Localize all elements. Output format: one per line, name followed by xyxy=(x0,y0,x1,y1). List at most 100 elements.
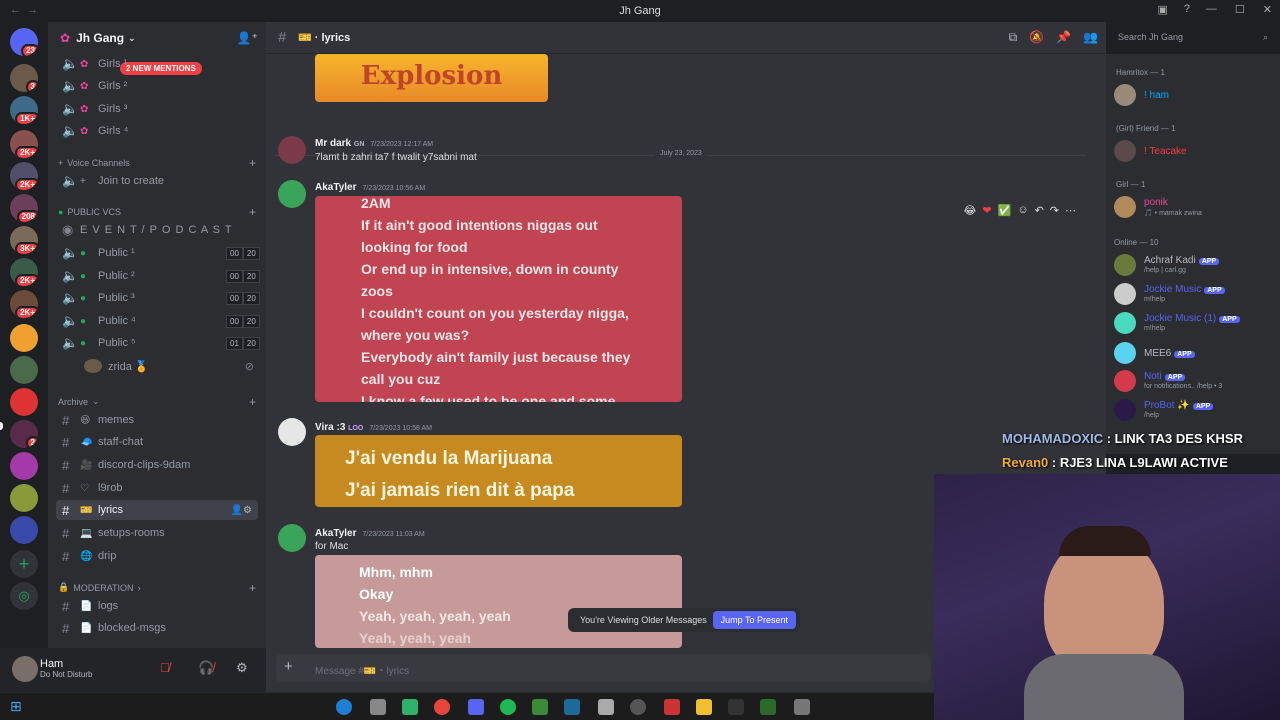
explore-icon[interactable]: ◎ xyxy=(10,582,38,610)
member-item[interactable]: MEE6 APP xyxy=(1114,342,1274,366)
reaction-check-icon[interactable]: ✅ xyxy=(998,204,1012,217)
minimize-button[interactable]: — xyxy=(1206,3,1217,16)
calculator-icon[interactable] xyxy=(794,699,810,715)
channel-logs[interactable]: # 📄 logs xyxy=(56,596,258,616)
nvidia-icon[interactable] xyxy=(532,699,548,715)
add-reaction-icon[interactable]: ☺ xyxy=(1017,204,1028,217)
windows-start-icon[interactable]: ⊞ xyxy=(10,698,22,715)
message-author[interactable]: AkaTyler 7/23/2023 11:03 AM xyxy=(315,528,425,539)
channel-event-podcast[interactable]: ◉ E V E N T / P O D C A S T xyxy=(56,220,258,240)
maximize-button[interactable]: ☐ xyxy=(1235,3,1245,16)
member-item[interactable]: Jockie Music APP m!help xyxy=(1114,283,1274,307)
jump-to-present-button[interactable]: Jump To Present xyxy=(712,611,796,629)
discord-icon[interactable] xyxy=(468,699,484,715)
notifications-icon[interactable]: 🔕 xyxy=(1029,30,1044,45)
home-discord-icon[interactable]: 23 xyxy=(10,28,38,56)
avatar[interactable] xyxy=(278,418,306,446)
avatar[interactable] xyxy=(278,524,306,552)
edge-icon[interactable] xyxy=(336,699,352,715)
avatar[interactable] xyxy=(278,180,306,208)
spotify-icon[interactable] xyxy=(500,699,516,715)
message-author[interactable]: AkaTyler 7/23/2023 10:56 AM xyxy=(315,182,425,193)
channel-girls-2[interactable]: 🔈 ✿ Girls ² xyxy=(56,76,258,96)
channel-girls-3[interactable]: 🔈 ✿ Girls ³ xyxy=(56,99,258,119)
channel-join-to-create[interactable]: 🔈 + Join to create xyxy=(56,171,258,191)
reaction-heart-icon[interactable]: ❤ xyxy=(982,204,991,217)
lyrics-image-mac[interactable]: Mhm, mhm Okay Yeah, yeah, yeah, yeah Yea… xyxy=(315,555,682,648)
channel-memes[interactable]: # 😆 memes xyxy=(56,410,258,430)
channel-drip[interactable]: # 🌐 drip xyxy=(56,546,258,566)
server-icon[interactable] xyxy=(10,484,38,512)
member-item[interactable]: Noti APP for notifications.. /help • 3 xyxy=(1114,370,1274,394)
pin-icon[interactable]: 📌 xyxy=(1056,30,1071,45)
member-item[interactable]: ! Teacake xyxy=(1114,140,1274,164)
deafen-icon[interactable]: 🎧̸ xyxy=(198,660,214,676)
more-icon[interactable]: ⋯ xyxy=(1065,204,1076,217)
add-channel-icon[interactable]: + xyxy=(249,581,256,595)
help-icon[interactable]: ? xyxy=(1184,3,1190,16)
category-moderation[interactable]: 🔒 MODERATION › + xyxy=(58,581,258,595)
mute-mic-icon[interactable]: 🎙̸ xyxy=(160,660,170,675)
app-icon[interactable] xyxy=(598,699,614,715)
add-server-icon[interactable]: + xyxy=(10,550,38,578)
invite-icon[interactable]: 👤⁺ xyxy=(237,31,258,45)
member-item[interactable]: Jockie Music (1) APP m!help xyxy=(1114,312,1274,336)
reply-icon[interactable]: ↶ xyxy=(1035,204,1044,217)
server-icon[interactable]: 2K+ xyxy=(10,130,38,158)
category-archive[interactable]: Archive ⌄ + xyxy=(58,395,258,409)
lyrics-image-marijuana[interactable]: J'ai vendu la Marijuana J'ai jamais rien… xyxy=(315,435,682,507)
server-icon[interactable] xyxy=(10,356,38,384)
member-item[interactable]: Achraf Kadi APP/help | carl.gg xyxy=(1114,254,1274,278)
channel-lyrics[interactable]: # 🎫 lyrics 👤⚙ xyxy=(56,500,258,520)
search-input[interactable]: Search Jh Gang ⌕ xyxy=(1112,28,1274,48)
chrome-icon[interactable] xyxy=(434,699,450,715)
add-channel-icon[interactable]: + xyxy=(249,156,256,170)
file-explorer-icon[interactable] xyxy=(696,699,712,715)
app-icon[interactable] xyxy=(402,699,418,715)
threads-icon[interactable]: ⧉ xyxy=(1009,30,1018,45)
channel-l9rob[interactable]: # ♡ l9rob xyxy=(56,478,258,498)
members-icon[interactable]: 👥 xyxy=(1083,30,1098,45)
settings-gear-icon[interactable]: ⚙ xyxy=(236,660,248,676)
jh-gang-server-icon[interactable]: 2 xyxy=(10,420,38,448)
message-input[interactable]: + Message #🎫・lyrics xyxy=(276,654,931,682)
channel-girls-4[interactable]: 🔈 ✿ Girls ⁴ xyxy=(56,121,258,141)
add-channel-icon[interactable]: + xyxy=(249,205,256,219)
close-button[interactable]: ✕ xyxy=(1263,3,1272,16)
channel-girls-1[interactable]: 🔈 ✿ Girls ¹ xyxy=(56,54,258,74)
app-icon[interactable] xyxy=(728,699,744,715)
app-icon[interactable] xyxy=(664,699,680,715)
server-icon[interactable]: 3 xyxy=(10,64,38,92)
add-channel-icon[interactable]: + xyxy=(249,395,256,409)
member-item[interactable]: ! ham xyxy=(1114,84,1274,108)
server-icon[interactable]: 208 xyxy=(10,194,38,222)
server-icon[interactable]: 2K+ xyxy=(10,162,38,190)
reaction-laugh-icon[interactable]: 😂 xyxy=(964,204,977,217)
steam-icon[interactable] xyxy=(564,699,580,715)
server-icon[interactable] xyxy=(10,388,38,416)
server-icon[interactable]: 2K+ xyxy=(10,290,38,318)
message-author[interactable]: Mr dark GN 7/23/2023 12:17 AM xyxy=(315,138,433,149)
channel-blocked-msgs[interactable]: # 📄 blocked-msgs xyxy=(56,618,258,638)
avatar[interactable] xyxy=(12,656,38,682)
server-icon[interactable]: 1K+ xyxy=(10,96,38,124)
server-icon[interactable] xyxy=(10,324,38,352)
app-icon[interactable] xyxy=(370,699,386,715)
forward-icon[interactable]: ↷ xyxy=(1050,204,1059,217)
server-icon[interactable]: 2K+ xyxy=(10,258,38,286)
settings-gear-icon[interactable]: 👤⚙ xyxy=(231,505,252,516)
guild-header[interactable]: ✿ Jh Gang ⌄ 👤⁺ xyxy=(48,22,266,54)
obs-icon[interactable] xyxy=(630,699,646,715)
inbox-icon[interactable]: ▣ xyxy=(1157,3,1167,16)
avatar[interactable] xyxy=(278,136,306,164)
server-icon[interactable] xyxy=(10,452,38,480)
channel-discord-clips[interactable]: # 🎥 discord-clips-9dam xyxy=(56,455,258,475)
message-author[interactable]: Vira :3 LOO 7/23/2023 10:58 AM xyxy=(315,422,432,433)
category-public-vcs[interactable]: ● PUBLIC VCs + xyxy=(58,205,258,219)
channel-setups-rooms[interactable]: # 💻 setups-rooms xyxy=(56,523,258,543)
member-item[interactable]: ponik 🎵 • mamak zwina xyxy=(1114,196,1274,220)
member-item[interactable]: ProBot ✨ APP/help xyxy=(1114,399,1274,423)
voice-user-zrida[interactable]: zrida 🏅 ⊘ xyxy=(78,356,258,376)
explosion-image[interactable]: Explosion xyxy=(315,54,548,102)
category-voice-channels[interactable]: + Voice Channels + xyxy=(58,156,258,170)
